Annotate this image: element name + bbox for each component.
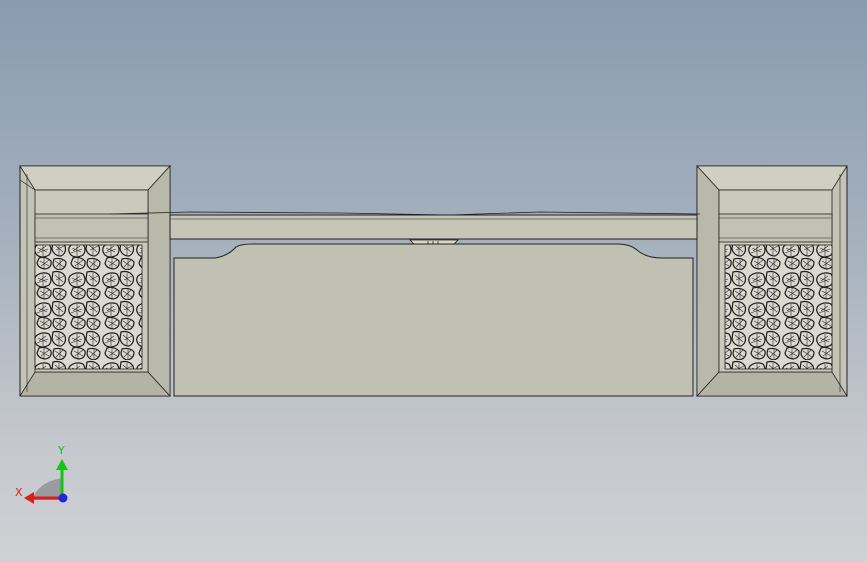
left-mesh-pattern xyxy=(34,244,143,370)
top-rail[interactable] xyxy=(109,211,701,247)
z-axis-dot-icon xyxy=(58,493,68,503)
right-side-panel[interactable] xyxy=(696,164,848,398)
main-body[interactable] xyxy=(173,243,694,397)
right-mesh-pattern xyxy=(724,244,833,370)
y-axis-label: Y xyxy=(57,444,65,457)
left-side-panel[interactable] xyxy=(19,164,171,398)
cad-viewport[interactable]: Y X xyxy=(0,0,867,562)
x-axis-label: X xyxy=(15,486,23,499)
coordinate-triad: Y X xyxy=(15,444,68,504)
